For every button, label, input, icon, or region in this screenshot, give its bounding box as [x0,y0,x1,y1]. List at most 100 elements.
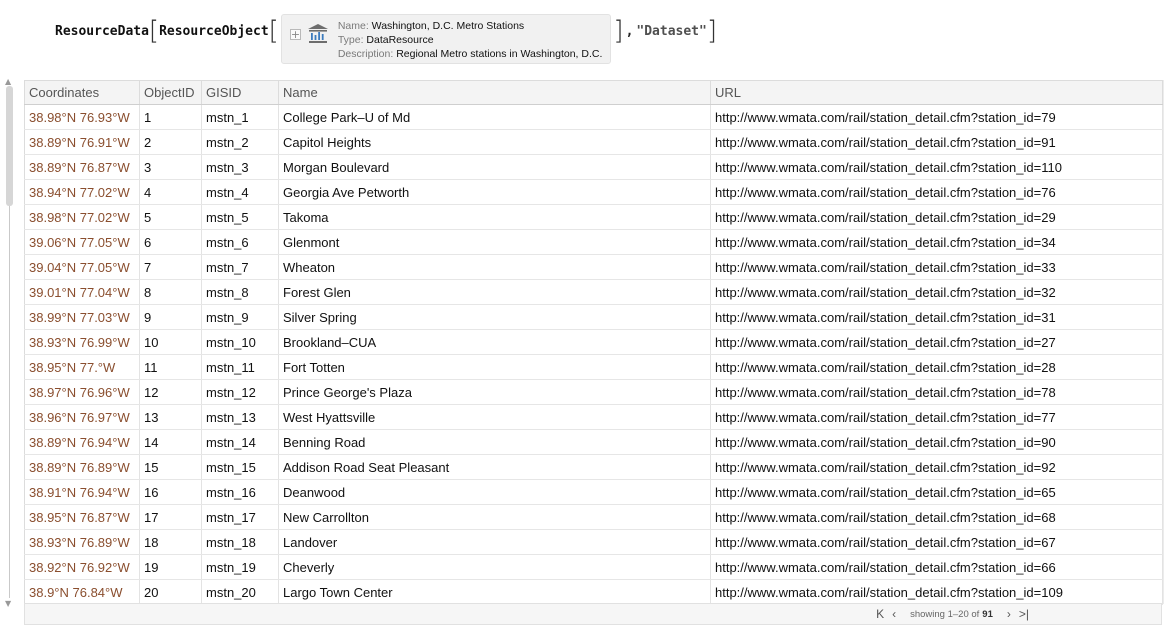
coordinates-cell: 38.89°N 76.94°W [24,429,140,455]
previous-icon[interactable]: ‹ [892,607,896,621]
table-row: 38.89°N 76.87°W 3 mstn_3 Morgan Boulevard ht… [24,154,1163,180]
gisid-cell: mstn_10 [201,329,279,355]
column-header-url[interactable]: URL [710,80,1163,105]
resource-object-summary-box[interactable]: + Name: Washington, D.C. Metro Stations … [280,14,612,64]
scroll-down-icon[interactable]: ▼ [5,600,11,608]
table-footer: K ‹ showing 1–20 of 91 › >| [24,603,1162,625]
table-row: 38.95°N 77.°W 11 mstn_11 Fort Totten http://… [24,354,1163,380]
table-row: 39.01°N 77.04°W 8 mstn_8 Forest Glen http://… [24,279,1163,305]
column-header-coordinates[interactable]: Coordinates [24,80,140,105]
url-cell: http://www.wmata.com/rail/station_detail… [710,404,1163,430]
objectid-cell: 15 [139,454,202,480]
url-cell: http://www.wmata.com/rail/station_detail… [710,279,1163,305]
table-row: 38.93°N 76.99°W 10 mstn_10 Brookland–CUA htt… [24,329,1163,355]
objectid-cell: 5 [139,204,202,230]
objectid-cell: 14 [139,429,202,455]
total-count: 91 [982,608,993,620]
gisid-cell: mstn_20 [201,579,279,605]
url-cell: http://www.wmata.com/rail/station_detail… [710,504,1163,530]
table-row: 38.99°N 77.03°W 9 mstn_9 Silver Spring http:… [24,304,1163,330]
column-header-name[interactable]: Name [278,80,711,105]
coordinates-cell: 38.98°N 77.02°W [24,204,140,230]
coordinates-cell: 38.93°N 76.99°W [24,329,140,355]
table-row: 38.89°N 76.89°W 15 mstn_15 Addison Road Sea… [24,454,1163,480]
table-row: 38.98°N 76.93°W 1 mstn_1 College Park–U of … [24,104,1163,130]
gisid-cell: mstn_9 [201,304,279,330]
objectid-cell: 18 [139,529,202,555]
skip-first-icon[interactable]: K [876,607,884,621]
name-label: Name: [337,20,369,32]
table-row: 38.92°N 76.92°W 19 mstn_19 Cheverly http://w… [24,554,1163,580]
gisid-cell: mstn_6 [201,229,279,255]
name-cell: Cheverly [278,554,711,580]
showing-text: showing 1–20 of 91 [910,609,993,620]
coordinates-cell: 39.04°N 77.05°W [24,254,140,280]
coordinates-cell: 38.89°N 76.87°W [24,154,140,180]
name-cell: Brookland–CUA [278,329,711,355]
skip-last-icon[interactable]: >| [1019,607,1029,621]
name-cell: Largo Town Center [278,579,711,605]
objectid-cell: 17 [139,504,202,530]
name-cell: Addison Road Seat Pleasant [278,454,711,480]
gisid-cell: mstn_5 [201,204,279,230]
name-cell: Capitol Heights [278,129,711,155]
url-cell: http://www.wmata.com/rail/station_detail… [710,579,1163,605]
coordinates-cell: 38.96°N 76.97°W [24,404,140,430]
gisid-cell: mstn_17 [201,504,279,530]
gisid-cell: mstn_1 [201,104,279,130]
url-cell: http://www.wmata.com/rail/station_detail… [710,354,1163,380]
objectid-cell: 11 [139,354,202,380]
expand-icon[interactable]: + [289,29,301,40]
function-name: ResourceData [55,23,149,39]
url-cell: http://www.wmata.com/rail/station_detail… [710,104,1163,130]
column-header-gisid[interactable]: GISID [201,80,279,105]
open-bracket-inner: [ [268,16,279,46]
next-icon[interactable]: › [1007,607,1011,621]
coordinates-cell: 38.95°N 77.°W [24,354,140,380]
dataset-table: Coordinates ObjectID GISID Name URL 38.98°N … [24,80,1163,625]
column-header-objectid[interactable]: ObjectID [139,80,202,105]
input-expression[interactable]: ResourceData [ ResourceObject [ + Name: … [55,14,717,64]
objectid-cell: 20 [139,579,202,605]
table-row: 38.94°N 77.02°W 4 mstn_4 Georgia Ave Petwor… [24,179,1163,205]
objectid-cell: 8 [139,279,202,305]
pager: K ‹ showing 1–20 of 91 › >| [872,607,1033,621]
name-cell: Glenmont [278,229,711,255]
objectid-cell: 6 [139,229,202,255]
objectid-cell: 13 [139,404,202,430]
url-cell: http://www.wmata.com/rail/station_detail… [710,154,1163,180]
data-resource-icon [307,24,328,43]
gisid-cell: mstn_2 [201,129,279,155]
comma: , [625,23,634,39]
coordinates-cell: 38.89°N 76.91°W [24,129,140,155]
gisid-cell: mstn_3 [201,154,279,180]
name-cell: Landover [278,529,711,555]
coordinates-cell: 39.01°N 77.04°W [24,279,140,305]
gisid-cell: mstn_14 [201,429,279,455]
close-bracket-inner: ] [613,16,624,46]
url-cell: http://www.wmata.com/rail/station_detail… [710,229,1163,255]
objectid-cell: 1 [139,104,202,130]
url-cell: http://www.wmata.com/rail/station_detail… [710,429,1163,455]
objectid-cell: 7 [139,254,202,280]
gisid-cell: mstn_4 [201,179,279,205]
url-cell: http://www.wmata.com/rail/station_detail… [710,454,1163,480]
scroll-up-icon[interactable]: ▲ [5,78,11,86]
name-cell: Takoma [278,204,711,230]
coordinates-cell: 38.89°N 76.89°W [24,454,140,480]
url-cell: http://www.wmata.com/rail/station_detail… [710,129,1163,155]
header-row: Coordinates ObjectID GISID Name URL [24,80,1163,105]
table-row: 39.04°N 77.05°W 7 mstn_7 Wheaton http://www.… [24,254,1163,280]
scroll-thumb[interactable] [6,86,13,206]
table-row: 38.95°N 76.87°W 17 mstn_17 New Carrollton ht… [24,504,1163,530]
url-cell: http://www.wmata.com/rail/station_detail… [710,529,1163,555]
gisid-cell: mstn_15 [201,454,279,480]
vertical-scrollbar[interactable]: ▲ ▼ [5,78,14,608]
gisid-cell: mstn_7 [201,254,279,280]
type-label: Type: [337,34,364,46]
url-cell: http://www.wmata.com/rail/station_detail… [710,379,1163,405]
resource-metadata: Name: Washington, D.C. Metro Stations Ty… [338,19,603,61]
gisid-cell: mstn_16 [201,479,279,505]
gisid-cell: mstn_8 [201,279,279,305]
objectid-cell: 3 [139,154,202,180]
